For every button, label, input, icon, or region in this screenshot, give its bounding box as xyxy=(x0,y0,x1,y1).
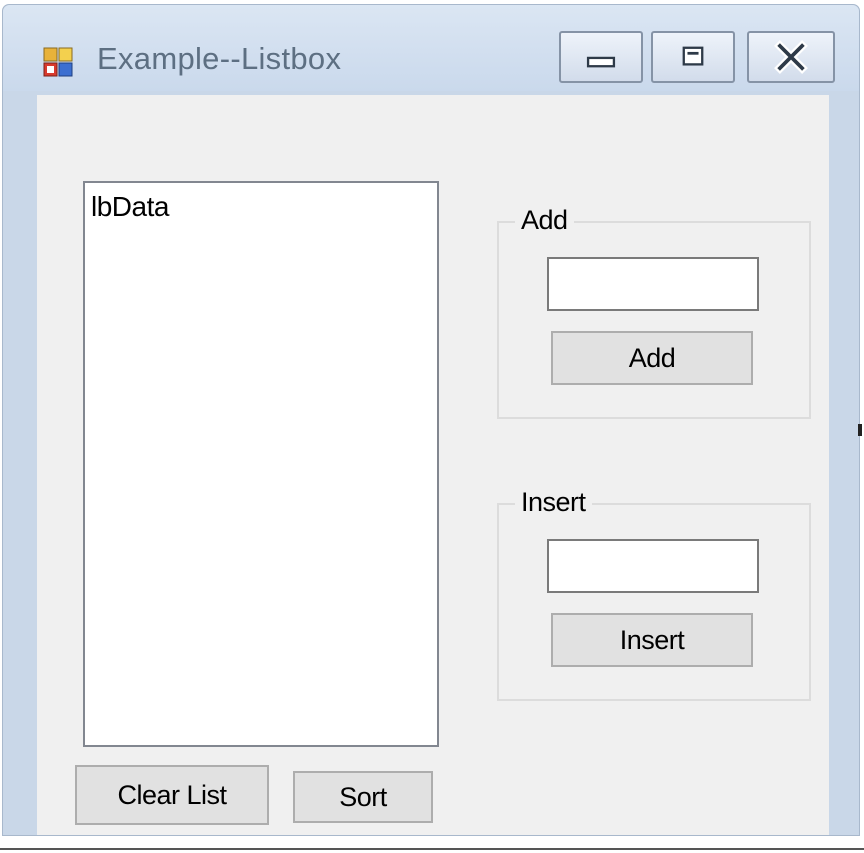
insert-groupbox: Insert Insert xyxy=(497,487,811,701)
close-icon xyxy=(774,40,808,74)
minimize-icon xyxy=(586,56,616,68)
close-button[interactable] xyxy=(747,31,835,83)
clear-list-button[interactable]: Clear List xyxy=(75,765,269,825)
add-button[interactable]: Add xyxy=(551,331,753,385)
bottom-edge-line xyxy=(0,848,864,850)
add-group-title: Add xyxy=(515,205,574,236)
minimize-button[interactable] xyxy=(559,31,643,83)
window-title: Example--Listbox xyxy=(97,41,342,76)
add-text-input[interactable] xyxy=(547,257,759,311)
app-window-icon xyxy=(43,47,73,77)
form-client-area: lbData Add Add Insert Insert Clear List … xyxy=(37,95,829,835)
sort-button[interactable]: Sort xyxy=(293,771,433,823)
data-listbox[interactable]: lbData xyxy=(83,181,439,747)
edge-marker xyxy=(858,424,862,436)
insert-text-input[interactable] xyxy=(547,539,759,593)
list-item[interactable]: lbData xyxy=(91,191,169,223)
title-bar[interactable]: Example--Listbox xyxy=(3,5,859,91)
insert-button[interactable]: Insert xyxy=(551,613,753,667)
maximize-button[interactable] xyxy=(651,31,735,83)
add-groupbox: Add Add xyxy=(497,205,811,419)
app-window: Example--Listbox lbData Add Add Insert I… xyxy=(2,4,860,836)
insert-group-title: Insert xyxy=(515,487,592,518)
maximize-icon xyxy=(682,46,704,66)
